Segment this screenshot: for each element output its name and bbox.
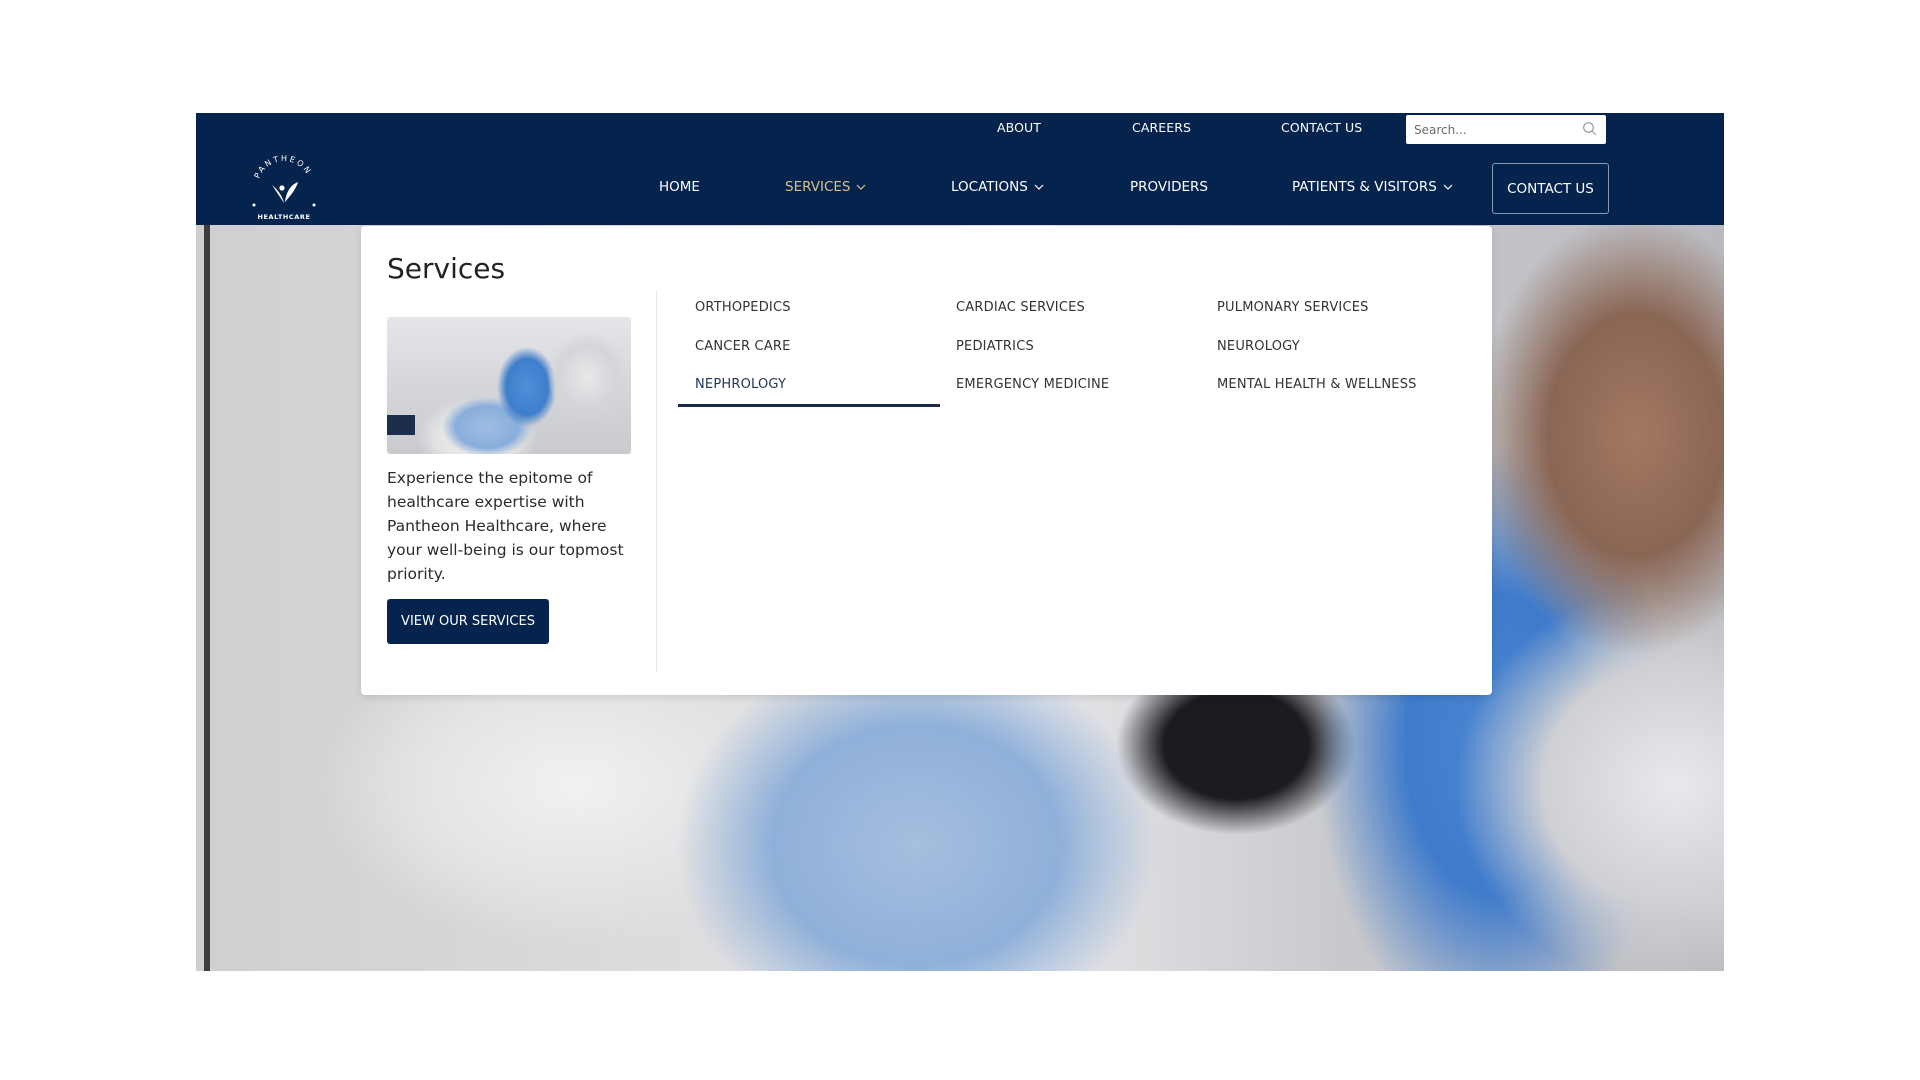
service-link-neurology[interactable]: NEUROLOGY xyxy=(1217,339,1300,354)
nav-careers[interactable]: CAREERS xyxy=(1132,120,1191,135)
service-link-orthopedics[interactable]: ORTHOPEDICS xyxy=(695,300,791,315)
services-mega-menu: Services Experience the epitome of healt… xyxy=(361,226,1492,695)
nav-about[interactable]: ABOUT xyxy=(997,120,1041,135)
chevron-down-icon xyxy=(1034,184,1044,190)
nav-locations[interactable]: LOCATIONS xyxy=(951,179,1044,195)
chevron-down-icon xyxy=(1443,184,1453,190)
logo-arc-text: PANTHEON xyxy=(253,154,312,180)
service-link-pulmonary-services[interactable]: PULMONARY SERVICES xyxy=(1217,300,1369,315)
iv-pole-shape xyxy=(204,225,210,971)
search-box[interactable] xyxy=(1406,115,1606,144)
service-link-cardiac-services[interactable]: CARDIAC SERVICES xyxy=(956,300,1085,315)
services-menu-title: Services xyxy=(387,252,506,285)
nav-home[interactable]: HOME xyxy=(659,179,700,195)
chevron-down-icon xyxy=(857,184,866,190)
service-link-emergency-medicine[interactable]: EMERGENCY MEDICINE xyxy=(956,377,1109,392)
site-header: PANTHEON HEALTHCARE ABOUT CAREERS CONTAC… xyxy=(196,113,1724,225)
service-link-pediatrics[interactable]: PEDIATRICS xyxy=(956,339,1034,354)
nav-services[interactable]: SERVICES xyxy=(785,179,866,195)
contact-us-button[interactable]: CONTACT US xyxy=(1492,163,1609,214)
menu-divider xyxy=(656,290,657,672)
search-input[interactable] xyxy=(1414,122,1574,137)
search-icon[interactable] xyxy=(1582,121,1598,137)
nav-providers[interactable]: PROVIDERS xyxy=(1130,179,1208,195)
nav-locations-label: LOCATIONS xyxy=(951,179,1028,195)
nav-patients-visitors[interactable]: PATIENTS & VISITORS xyxy=(1292,179,1453,195)
nav-patients-visitors-label: PATIENTS & VISITORS xyxy=(1292,179,1437,195)
view-our-services-button[interactable]: VIEW OUR SERVICES xyxy=(387,599,549,644)
nav-providers-label: PROVIDERS xyxy=(1130,179,1209,195)
services-thumbnail-image xyxy=(387,317,631,454)
logo-emblem-icon: PANTHEON HEALTHCARE xyxy=(252,154,316,221)
service-link-mental-health-wellness[interactable]: MENTAL HEALTH & WELLNESS xyxy=(1217,377,1417,392)
svg-text:PANTHEON: PANTHEON xyxy=(253,154,314,180)
nav-contact-us[interactable]: CONTACT US xyxy=(1281,120,1362,135)
service-link-nephrology[interactable]: NEPHROLOGY xyxy=(695,377,786,392)
utility-nav: ABOUT CAREERS CONTACT US xyxy=(196,113,1724,144)
pantheon-logo[interactable]: PANTHEON HEALTHCARE xyxy=(244,153,324,221)
thumbnail-bed-band xyxy=(387,415,415,435)
website-frame: PANTHEON HEALTHCARE ABOUT CAREERS CONTAC… xyxy=(196,113,1724,971)
services-description: Experience the epitome of healthcare exp… xyxy=(387,469,624,583)
nav-services-label: SERVICES xyxy=(785,179,851,195)
service-link-cancer-care[interactable]: CANCER CARE xyxy=(695,339,791,354)
hover-underline xyxy=(678,404,940,407)
nav-home-label: HOME xyxy=(659,179,700,195)
logo-subtitle: HEALTHCARE xyxy=(257,213,310,221)
